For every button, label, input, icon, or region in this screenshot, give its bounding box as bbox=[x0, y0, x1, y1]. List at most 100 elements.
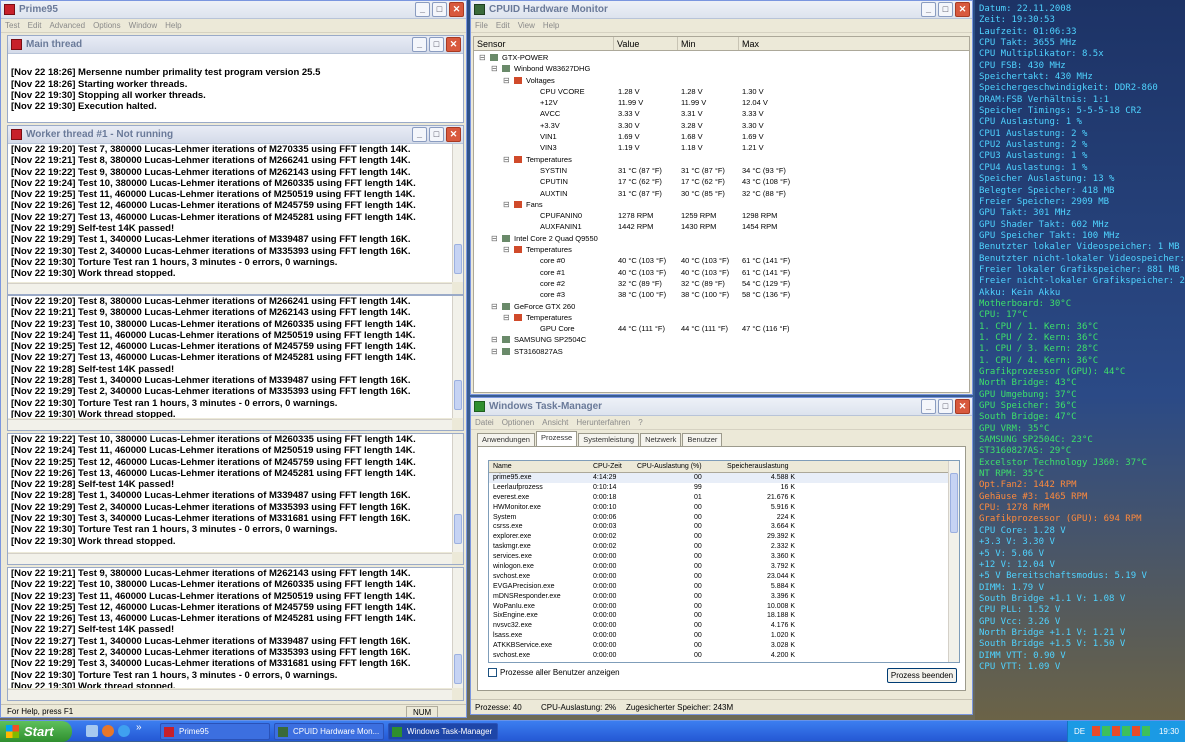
menu-item[interactable]: Options bbox=[93, 21, 121, 30]
vertical-scrollbar[interactable] bbox=[452, 144, 463, 282]
sensor-row[interactable]: ⊟ SAMSUNG SP2504C bbox=[474, 334, 969, 345]
sensor-row[interactable]: core #3 38 °C (100 °F) 38 °C (100 °F) 58 °C… bbox=[474, 289, 969, 300]
end-process-button[interactable]: Prozess beenden bbox=[887, 668, 957, 683]
expand-toggle-icon[interactable]: ⊟ bbox=[503, 244, 510, 255]
tab-prozesse[interactable]: Prozesse bbox=[535, 431, 578, 446]
vertical-scrollbar[interactable] bbox=[452, 434, 463, 552]
sensor-row[interactable]: ⊟ GeForce GTX 260 bbox=[474, 301, 969, 312]
tab-netzwerk[interactable]: Netzwerk bbox=[640, 433, 682, 446]
process-row[interactable]: svchost.exe 0:00:00 00 23.044 K bbox=[489, 572, 959, 582]
quicklaunch-chevron-icon[interactable]: » bbox=[136, 722, 142, 733]
process-row[interactable]: HWMonitor.exe 0:00:10 00 5.916 K bbox=[489, 503, 959, 513]
main-thread-title-bar[interactable]: Main thread _ □ ✕ bbox=[8, 36, 463, 54]
expand-toggle-icon[interactable]: ⊟ bbox=[491, 334, 498, 345]
process-row[interactable]: EVGAPrecision.exe 0:00:00 00 5.884 K bbox=[489, 582, 959, 592]
horizontal-scrollbar[interactable] bbox=[8, 689, 452, 700]
start-button[interactable]: Start bbox=[0, 721, 72, 742]
taskmanager-window[interactable]: Windows Task-Manager _ □ ✕ Datei Optionen An… bbox=[470, 397, 973, 715]
process-row[interactable]: lsass.exe 0:00:00 00 1.020 K bbox=[489, 631, 959, 641]
sensor-row[interactable]: AUXFANIN1 1442 RPM 1430 RPM 1454 RPM bbox=[474, 221, 969, 232]
worker-thread-1-window[interactable]: Worker thread #1 - Not running _ □ ✕ [Nov … bbox=[7, 125, 464, 295]
col-memory[interactable]: Speicherauslastung bbox=[727, 461, 789, 473]
maximize-button[interactable]: □ bbox=[429, 37, 444, 52]
sensor-row[interactable]: ⊟ Temperatures bbox=[474, 244, 969, 255]
worker-thread-2-window[interactable]: [Nov 22 19:20] Test 8, 380000 Lucas-Lehm… bbox=[7, 295, 464, 431]
horizontal-scrollbar[interactable] bbox=[8, 419, 452, 430]
menu-item[interactable]: Help bbox=[543, 21, 559, 30]
menu-item[interactable]: Optionen bbox=[502, 418, 534, 427]
sensor-row[interactable]: CPUTIN 17 °C (62 °F) 17 °C (62 °F) 43 °C (1… bbox=[474, 176, 969, 187]
expand-toggle-icon[interactable]: ⊟ bbox=[503, 199, 510, 210]
firefox-icon[interactable] bbox=[102, 725, 114, 737]
worker-thread-1-title-bar[interactable]: Worker thread #1 - Not running _ □ ✕ bbox=[8, 126, 463, 144]
sensor-row[interactable]: AUXTIN 31 °C (87 °F) 30 °C (85 °F) 32 °C (8… bbox=[474, 188, 969, 199]
process-list-scrollbar[interactable] bbox=[948, 461, 959, 662]
sensor-row[interactable]: ⊟ Intel Core 2 Quad Q9550 bbox=[474, 233, 969, 244]
expand-toggle-icon[interactable]: ⊟ bbox=[491, 233, 498, 244]
col-cpu-time[interactable]: CPU-Zeit bbox=[593, 461, 622, 473]
maximize-button[interactable]: □ bbox=[432, 2, 447, 17]
close-button[interactable]: ✕ bbox=[446, 37, 461, 52]
expand-toggle-icon[interactable]: ⊟ bbox=[503, 75, 510, 86]
menu-item[interactable]: Edit bbox=[496, 21, 510, 30]
menu-item[interactable]: File bbox=[475, 21, 488, 30]
tab-systemleistung[interactable]: Systemleistung bbox=[578, 433, 640, 446]
tab-anwendungen[interactable]: Anwendungen bbox=[477, 433, 535, 446]
horizontal-scrollbar[interactable] bbox=[8, 283, 452, 294]
taskbar-button-prime95[interactable]: Prime95 bbox=[160, 723, 270, 740]
sensor-row[interactable]: ⊟ ST3160827AS bbox=[474, 346, 969, 357]
menu-item[interactable]: View bbox=[518, 21, 535, 30]
expand-toggle-icon[interactable]: ⊟ bbox=[503, 154, 510, 165]
process-row[interactable]: ATKKBService.exe 0:00:00 00 3.028 K bbox=[489, 641, 959, 651]
minimize-button[interactable]: _ bbox=[412, 37, 427, 52]
minimize-button[interactable]: _ bbox=[415, 2, 430, 17]
maximize-button[interactable]: □ bbox=[429, 127, 444, 142]
tab-benutzer[interactable]: Benutzer bbox=[682, 433, 723, 446]
ie-icon[interactable] bbox=[118, 725, 130, 737]
show-all-processes-checkbox[interactable]: Prozesse aller Benutzer anzeigen bbox=[488, 668, 620, 678]
col-max[interactable]: Max bbox=[739, 37, 969, 50]
clock[interactable]: 19:30 bbox=[1159, 727, 1179, 736]
sensor-row[interactable]: core #2 32 °C (89 °F) 32 °C (89 °F) 54 °C (… bbox=[474, 278, 969, 289]
expand-toggle-icon[interactable]: ⊟ bbox=[479, 52, 486, 63]
sensor-row[interactable]: ⊟ Temperatures bbox=[474, 312, 969, 323]
taskbar-button-hwmonitor[interactable]: CPUID Hardware Mon... bbox=[274, 723, 384, 740]
process-row[interactable]: taskmgr.exe 0:00:02 00 2.332 K bbox=[489, 542, 959, 552]
sensor-row[interactable]: GPU Core 44 °C (111 °F) 44 °C (111 °F) 47 °… bbox=[474, 323, 969, 334]
sensor-row[interactable]: AVCC 3.33 V 3.31 V 3.33 V bbox=[474, 108, 969, 119]
sensor-row[interactable]: ⊟ Temperatures bbox=[474, 154, 969, 165]
hwmonitor-window[interactable]: CPUID Hardware Monitor _ □ ✕ File Edit View H… bbox=[470, 0, 973, 395]
sensor-row[interactable]: ⊟ Fans bbox=[474, 199, 969, 210]
sensor-row[interactable]: ⊟ GTX-POWER bbox=[474, 52, 969, 63]
sensor-row[interactable]: +12V 11.99 V 11.99 V 12.04 V bbox=[474, 97, 969, 108]
worker-thread-4-window[interactable]: [Nov 22 19:21] Test 9, 380000 Lucas-Lehm… bbox=[7, 567, 464, 701]
expand-toggle-icon[interactable]: ⊟ bbox=[503, 312, 510, 323]
process-row[interactable]: prime95.exe 4:14:29 00 4.588 K bbox=[489, 473, 959, 483]
close-button[interactable]: ✕ bbox=[955, 2, 970, 17]
process-row[interactable]: WoPanIu.exe 0:00:00 00 10.008 K bbox=[489, 602, 959, 612]
sensor-tree[interactable]: Sensor Value Min Max ⊟ GTX-POWER ⊟ Winbond … bbox=[473, 36, 970, 393]
sensor-row[interactable]: +3.3V 3.30 V 3.28 V 3.30 V bbox=[474, 120, 969, 131]
minimize-button[interactable]: _ bbox=[921, 2, 936, 17]
menu-item[interactable]: Test bbox=[5, 21, 20, 30]
menu-item[interactable]: Window bbox=[129, 21, 157, 30]
process-row[interactable]: nvsvc32.exe 0:00:00 00 4.176 K bbox=[489, 621, 959, 631]
col-value[interactable]: Value bbox=[614, 37, 678, 50]
sensor-row[interactable]: CPU VCORE 1.28 V 1.28 V 1.30 V bbox=[474, 86, 969, 97]
minimize-button[interactable]: _ bbox=[412, 127, 427, 142]
process-row[interactable]: explorer.exe 0:00:02 00 29.392 K bbox=[489, 532, 959, 542]
taskmanager-title-bar[interactable]: Windows Task-Manager _ □ ✕ bbox=[471, 398, 972, 416]
sensor-row[interactable]: ⊟ Winbond W83627DHG bbox=[474, 63, 969, 74]
sensor-row[interactable]: VIN3 1.19 V 1.18 V 1.21 V bbox=[474, 142, 969, 153]
main-thread-window[interactable]: Main thread _ □ ✕ [Nov 22 18:26] Mersenne … bbox=[7, 35, 464, 123]
menu-item[interactable]: Ansicht bbox=[542, 418, 568, 427]
prime95-title-bar[interactable]: Prime95 _ □ ✕ bbox=[1, 1, 466, 19]
menu-item[interactable]: Datei bbox=[475, 418, 494, 427]
process-row[interactable]: everest.exe 0:00:18 01 21.676 K bbox=[489, 493, 959, 503]
worker-thread-3-window[interactable]: [Nov 22 19:22] Test 10, 380000 Lucas-Leh… bbox=[7, 433, 464, 565]
taskbar-button-taskmanager[interactable]: Windows Task-Manager bbox=[388, 723, 498, 740]
process-row[interactable]: System 0:00:06 00 224 K bbox=[489, 513, 959, 523]
menu-item[interactable]: Herunterfahren bbox=[576, 418, 630, 427]
sensor-row[interactable]: core #0 40 °C (103 °F) 40 °C (103 °F) 61 °C… bbox=[474, 255, 969, 266]
expand-toggle-icon[interactable]: ⊟ bbox=[491, 346, 498, 357]
